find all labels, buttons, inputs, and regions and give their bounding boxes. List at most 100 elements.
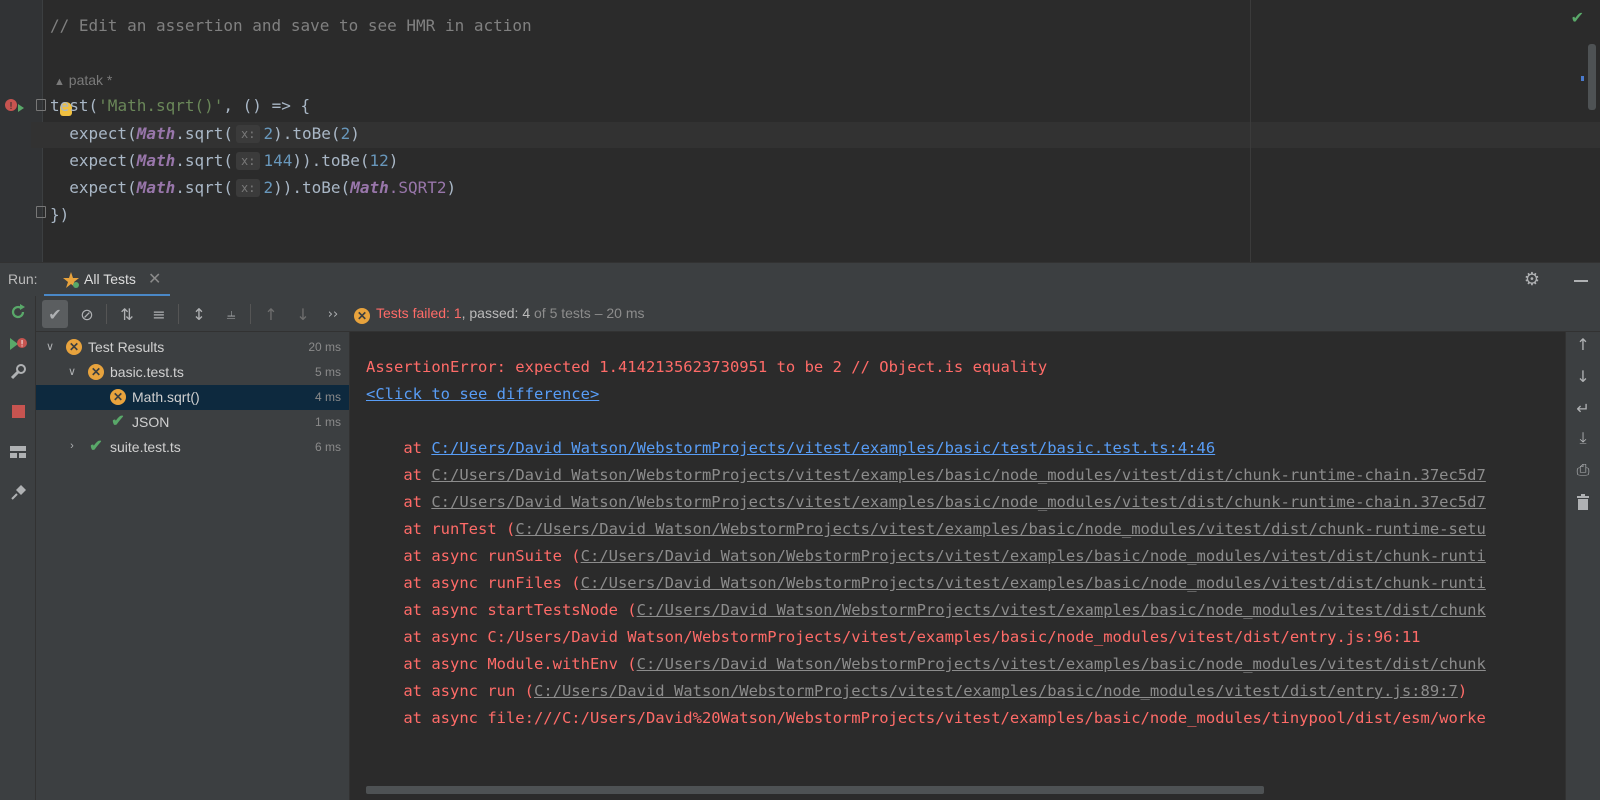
trash-icon[interactable] [1571, 490, 1595, 514]
stack-frame: at async C:/Users/David Watson/WebstormP… [366, 628, 1421, 646]
stop-icon[interactable] [6, 399, 30, 423]
tree-node-label: Test Results [88, 339, 165, 355]
stack-frame-link[interactable]: C:/Users/David Watson/WebstormProjects/v… [581, 547, 1486, 565]
chevron-down-icon[interactable]: ∨ [44, 340, 56, 353]
run-test-gutter-icon[interactable]: ! [4, 98, 24, 116]
toolbar-separator [250, 304, 251, 324]
stack-frame-link[interactable]: C:/Users/David Watson/WebstormProjects/v… [637, 655, 1486, 673]
ignored-icon[interactable]: ⊘ [74, 300, 100, 328]
stack-frame-link[interactable]: C:/Users/David Watson/WebstormProjects/v… [431, 439, 1215, 457]
tree-node-duration: 6 ms [314, 440, 341, 454]
close-icon[interactable]: ✕ [148, 269, 161, 288]
stack-frame-link[interactable]: C:/Users/David Watson/WebstormProjects/v… [534, 682, 1458, 700]
fail-status-icon: ✕ [354, 308, 370, 324]
tree-node-label: Math.sqrt() [132, 389, 200, 405]
sort-alpha-icon[interactable]: ⇅ [114, 300, 140, 328]
collapse-all-icon[interactable]: ⫨ [218, 300, 244, 328]
tests-toolbar: ✔ ⊘ ⇅ ≡ ↕ ⫨ ↑ ↓ ›› ✕ Tests failed: 1, pas… [36, 296, 1600, 332]
print-icon[interactable]: ⎙ [1571, 458, 1595, 482]
arrow-up-icon[interactable]: ↑ [258, 300, 284, 328]
author-name: patak * [68, 72, 113, 88]
tab-label: All Tests [84, 271, 136, 287]
run-window-header: Run: All Tests ✕ ⚙ [0, 262, 1600, 297]
person-icon: ▲ [54, 76, 65, 88]
chevron-down-icon[interactable]: ∨ [66, 365, 78, 378]
stack-frame: at async file:///C:/Users/David%20Watson… [366, 709, 1486, 727]
svg-text:!: ! [20, 340, 24, 350]
toolbar-separator [106, 304, 107, 324]
tree-node-suite-test[interactable]: › ✔ suite.test.ts 6 ms [36, 435, 349, 460]
check-icon: ✔ [111, 413, 125, 430]
right-margin-guide [1250, 0, 1251, 262]
code-line-2: expect(Math.sqrt(x: 2).toBe(2) [50, 124, 360, 143]
check-icon: ✔ [89, 438, 103, 455]
minimize-icon[interactable] [1574, 280, 1588, 282]
diff-link-line: <Click to see difference> [366, 383, 599, 405]
fail-icon: ✕ [110, 389, 126, 405]
code-comment: // Edit an assertion and save to see HMR… [50, 16, 532, 35]
svg-text:!: ! [9, 101, 13, 112]
status-passed: , passed: 4 [461, 305, 531, 321]
test-results-tree[interactable]: ∨ ✕ Test Results 20 ms ∨ ✕ basic.test.ts… [36, 332, 350, 800]
code-line-3: expect(Math.sqrt(x: 144)).toBe(12) [50, 151, 399, 170]
test-output-console[interactable]: AssertionError: expected 1.4142135623730… [350, 332, 1565, 800]
stack-frame: at async runFiles (C:/Users/David Watson… [366, 574, 1486, 592]
code-editor[interactable]: // Edit an assertion and save to see HMR… [0, 0, 1600, 262]
code-author-hint[interactable]: ▲ patak * [54, 72, 112, 88]
pin-icon[interactable] [6, 481, 30, 505]
console-right-toolbar: ↑ ↓ ↵ ⤓ ⎙ [1565, 332, 1600, 800]
stack-frame-link[interactable]: C:/Users/David Watson/WebstormProjects/v… [581, 574, 1486, 592]
code-line-1: test('Math.sqrt()', () => { [50, 96, 311, 115]
more-icon[interactable]: ›› [320, 300, 346, 328]
code-line-5: }) [50, 205, 70, 224]
tree-node-duration: 20 ms [308, 340, 341, 354]
param-hint: x: [236, 125, 261, 143]
expand-all-icon[interactable]: ↕ [186, 300, 212, 328]
layout-icon[interactable] [6, 440, 30, 464]
param-hint: x: [236, 179, 261, 197]
scroll-to-end-icon[interactable]: ⤓ [1571, 426, 1595, 450]
chevron-right-icon[interactable]: › [66, 440, 78, 452]
arrow-down-icon[interactable]: ↓ [290, 300, 316, 328]
tree-node-math-sqrt[interactable]: ✕ Math.sqrt() 4 ms [36, 385, 349, 410]
status-failed: Tests failed: 1 [376, 305, 462, 321]
stack-frame: at async run (C:/Users/David Watson/Webs… [366, 682, 1468, 700]
editor-scrollbar[interactable] [1588, 44, 1596, 110]
fail-icon: ✕ [88, 364, 104, 380]
status-total: of 5 tests – 20 ms [530, 305, 645, 321]
console-horizontal-scrollbar[interactable] [366, 786, 1264, 794]
stack-frame: at async runSuite (C:/Users/David Watson… [366, 547, 1486, 565]
scrollbar-marker [1581, 76, 1584, 81]
test-status-summary: ✕ Tests failed: 1, passed: 4 of 5 tests –… [354, 305, 645, 324]
tree-node-label: suite.test.ts [110, 439, 181, 455]
fold-marker-icon[interactable] [36, 99, 46, 111]
stack-frame: at async Module.withEnv (C:/Users/David … [366, 655, 1486, 673]
tree-node-basic-test[interactable]: ∨ ✕ basic.test.ts 5 ms [36, 360, 349, 385]
toolbar-separator [178, 304, 179, 324]
check-icon[interactable]: ✔ [42, 300, 68, 328]
tree-node-json[interactable]: ✔ JSON 1 ms [36, 410, 349, 435]
fold-marker-icon[interactable] [36, 206, 46, 218]
soft-wrap-icon[interactable]: ↵ [1571, 396, 1595, 420]
code-line-4: expect(Math.sqrt(x: 2)).toBe(Math.SQRT2) [50, 178, 457, 197]
stack-frame-link[interactable]: C:/Users/David Watson/WebstormProjects/v… [431, 466, 1486, 484]
tree-node-duration: 1 ms [314, 415, 341, 429]
arrow-down-icon[interactable]: ↓ [1571, 364, 1595, 388]
gear-icon[interactable]: ⚙ [1524, 269, 1540, 290]
tree-node-duration: 5 ms [314, 365, 341, 379]
stack-frame: at async startTestsNode (C:/Users/David … [366, 601, 1486, 619]
run-label: Run: [8, 271, 38, 287]
arrow-up-icon[interactable]: ↑ [1571, 332, 1595, 356]
stack-frame-link[interactable]: C:/Users/David Watson/WebstormProjects/v… [637, 601, 1486, 619]
param-hint: x: [236, 152, 261, 170]
see-difference-link[interactable]: <Click to see difference> [366, 385, 599, 403]
tab-all-tests[interactable]: All Tests ✕ [44, 263, 172, 297]
no-problems-check-icon[interactable]: ✔ [1571, 8, 1584, 27]
stack-frame-link[interactable]: C:/Users/David Watson/WebstormProjects/v… [431, 493, 1486, 511]
tree-node-test-results[interactable]: ∨ ✕ Test Results 20 ms [36, 335, 349, 360]
rerun-failed-icon[interactable]: ! [6, 332, 30, 356]
rerun-icon[interactable] [6, 300, 30, 324]
stack-frame-link[interactable]: C:/Users/David Watson/WebstormProjects/v… [515, 520, 1486, 538]
wrench-icon[interactable] [6, 360, 30, 384]
sort-duration-icon[interactable]: ≡ [146, 300, 172, 328]
